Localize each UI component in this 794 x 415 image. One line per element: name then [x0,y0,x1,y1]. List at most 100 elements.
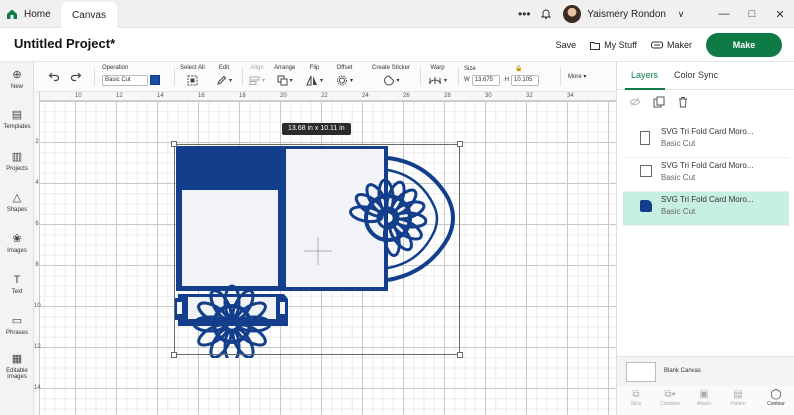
edit-label: Edit [218,65,230,71]
sidebar-item-projects[interactable]: ▥ Projects [0,150,34,172]
duplicate-icon[interactable] [653,96,665,108]
sidebar-item-new[interactable]: ⊕ New [0,68,34,90]
save-button[interactable]: Save [556,40,577,50]
chevron-down-icon: ▾ [262,77,266,84]
height-input[interactable]: 10.105 [511,74,540,86]
more-options-icon[interactable]: ••• [513,3,535,25]
more-button[interactable]: More ▾ [568,73,586,80]
ruler-top-label: 14 [157,93,164,99]
combine-button[interactable]: ⧉▾ Combine [655,386,685,415]
ruler-top-label: 28 [444,93,451,99]
sidebar-item-phrases[interactable]: ▭ Phrases [0,314,34,336]
avatar[interactable] [563,5,582,23]
ruler-top-label: 32 [526,93,533,99]
redo-button[interactable] [70,70,82,84]
lock-icon[interactable]: 🔒 [515,66,522,72]
make-button[interactable]: Make [706,33,782,57]
layer-operation: Basic Cut [661,173,696,182]
blank-canvas-label: Blank Canvas [664,368,702,374]
toolbar-divider [174,68,175,86]
height-prefix: H [504,77,510,83]
select-all-label: Select All [180,65,205,71]
bell-icon[interactable] [535,3,557,25]
blank-canvas-row[interactable]: Blank Canvas [617,356,794,386]
slice-button[interactable]: ⧉ Slice [621,386,651,415]
chevron-down-icon: ▾ [289,77,293,84]
tab-canvas-label: Canvas [72,9,106,21]
selection-bounding-box[interactable] [174,144,460,355]
combine-icon: ⧉▾ [664,389,676,400]
layer-item[interactable]: SVG Tri Fold Card Moro... Basic Cut [623,124,789,158]
hide-icon[interactable] [629,96,641,108]
app-tab-bar: Home Canvas ••• Yaismery Rondon ∨ — □ ✕ [0,0,794,28]
resize-handle-bottom-left[interactable] [171,352,177,358]
arrange-label: Arrange [274,65,296,71]
resize-handle-bottom-right[interactable] [457,352,463,358]
edit-button[interactable]: Edit ▾ [216,65,232,87]
attach-button[interactable]: ▣ Attach [689,386,719,415]
layer-name: SVG Tri Fold Card Moro... [661,127,754,136]
resize-handle-top-right[interactable] [457,141,463,147]
flip-icon [306,75,317,85]
project-title[interactable]: Untitled Project* [14,36,115,51]
width-prefix: W [464,77,470,83]
minimize-button[interactable]: — [710,0,738,28]
flip-button[interactable]: Flip ▾ [306,65,323,87]
warp-label: Warp [430,65,445,71]
sidebar-item-editable-images[interactable]: ▦ Editable Images [0,352,34,380]
tab-home[interactable]: Home [6,4,51,24]
offset-label: Offset [336,65,353,71]
size-label: Size 🔒 [464,65,539,73]
toolbar-divider [560,68,561,86]
warp-button[interactable]: Warp ▾ [428,65,447,87]
tab-layers[interactable]: Layers [631,70,658,80]
arrange-button[interactable]: Arrange ▾ [274,65,295,87]
maximize-button[interactable]: □ [738,0,766,28]
chevron-down-icon: ▾ [396,77,400,84]
offset-button[interactable]: Offset ▾ [336,65,353,87]
sidebar-item-text[interactable]: T Text [0,273,34,295]
my-stuff-button[interactable]: My Stuff [590,40,637,50]
tab-canvas[interactable]: Canvas [61,2,117,28]
chevron-down-icon[interactable]: ∨ [670,3,692,25]
create-sticker-button[interactable]: Create Sticker ▾ [372,65,410,87]
sidebar-item-templates[interactable]: ▤ Templates [0,108,34,130]
sidebar-item-label: New [10,84,23,90]
operation-select[interactable]: Basic Cut [102,74,148,86]
chevron-down-icon: ▾ [320,77,324,84]
sidebar-item-label: Phrases [5,330,28,336]
layer-item[interactable]: SVG Tri Fold Card Moro... Basic Cut [623,158,789,192]
sidebar-item-label: Templates [3,124,31,130]
select-all-button[interactable]: Select All [180,65,205,87]
flatten-label: Flatten [730,401,746,407]
layer-actions [629,96,689,108]
align-button[interactable]: Align ▾ [249,65,265,87]
layers-panel: Layers Color Sync SVG Tri Fold Card Moro… [616,62,794,415]
sidebar-item-label: Images [7,248,27,254]
sidebar-item-label: Projects [6,166,28,172]
slice-label: Slice [630,401,642,407]
flip-label: Flip [309,65,320,71]
undo-button[interactable] [48,70,60,84]
operation-group: Operation Basic Cut [102,65,160,87]
close-button[interactable]: ✕ [766,0,794,28]
maker-button[interactable]: Maker [650,40,692,50]
operation-color-swatch[interactable] [150,75,160,85]
attach-icon: ▣ [699,389,709,400]
user-name[interactable]: Yaismery Rondon [587,9,666,20]
trash-icon[interactable] [677,96,689,108]
sidebar-item-images[interactable]: ❀ Images [0,232,34,254]
sidebar-item-shapes[interactable]: △ Shapes [0,191,34,213]
ruler-top-label: 16 [198,93,205,99]
ruler-top-label: 30 [485,93,492,99]
chevron-down-icon: ▾ [444,77,448,84]
resize-handle-top-left[interactable] [171,141,177,147]
chevron-down-icon: ▾ [350,77,354,84]
flatten-button[interactable]: ▤ Flatten [723,386,753,415]
active-tab-indicator [625,88,665,90]
tab-color-sync[interactable]: Color Sync [674,70,718,80]
layer-item-selected[interactable]: SVG Tri Fold Card Moro... Basic Cut [623,192,789,226]
width-input[interactable]: 13.675 [471,74,500,86]
sticker-icon [383,74,394,85]
contour-button[interactable]: ◯ Contour [759,386,793,415]
